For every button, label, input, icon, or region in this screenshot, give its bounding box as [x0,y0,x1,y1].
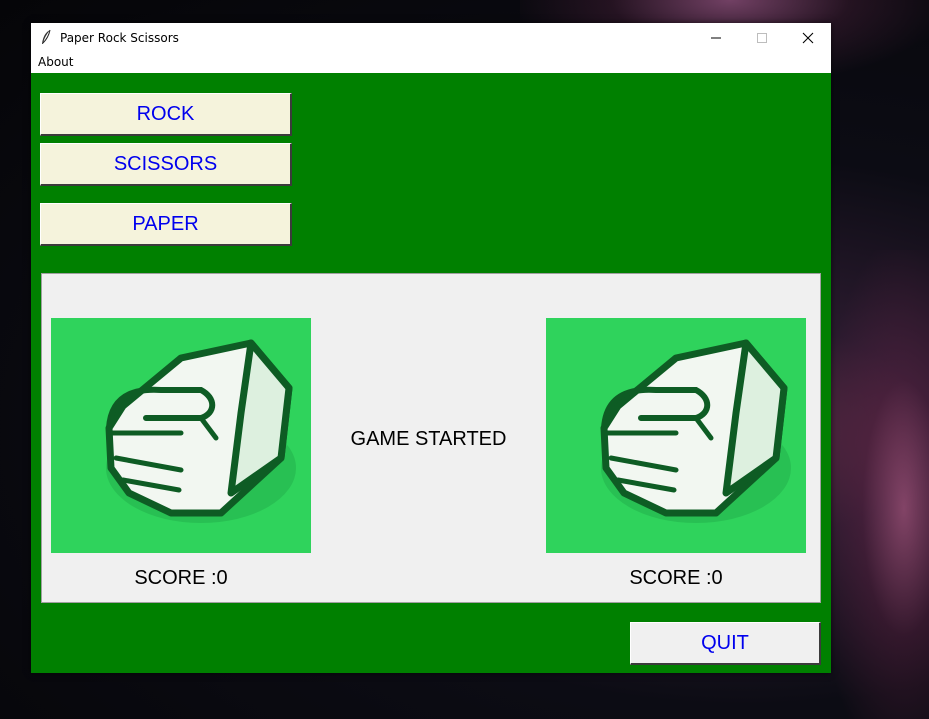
quit-button[interactable]: QUIT [630,622,821,665]
maximize-button[interactable] [739,23,785,52]
minimize-icon [711,37,721,38]
desktop-nebula-glow-right [820,250,929,719]
game-status: GAME STARTED [350,428,507,450]
player-choice-image [51,318,311,553]
minimize-button[interactable] [693,23,739,52]
close-button[interactable] [785,23,831,52]
rock-button[interactable]: ROCK [40,93,292,136]
rock-fist-icon [105,339,296,523]
scissors-button[interactable]: SCISSORS [40,143,292,186]
close-icon [802,32,814,43]
menu-bar: About [31,52,831,73]
rock-fist-icon [600,339,791,523]
feather-icon [42,29,51,44]
result-panel: GAME STARTED SCORE :0 SCORE :0 [41,273,821,603]
game-area: ROCK SCISSORS PAPER GAME STARTED SCORE:… [31,73,831,673]
player-score: SCORE :0 [134,567,228,589]
computer-score: SCORE :0 [629,567,723,589]
menu-item-about[interactable]: About [38,55,73,69]
app-window: Paper Rock Scissors About ROCK SCISSORS … [31,23,831,673]
computer-choice-image [546,318,806,553]
paper-button[interactable]: PAPER [40,203,292,246]
maximize-icon [757,32,767,43]
window-title: Paper Rock Scissors [60,31,179,45]
title-bar[interactable]: Paper Rock Scissors [31,23,831,52]
